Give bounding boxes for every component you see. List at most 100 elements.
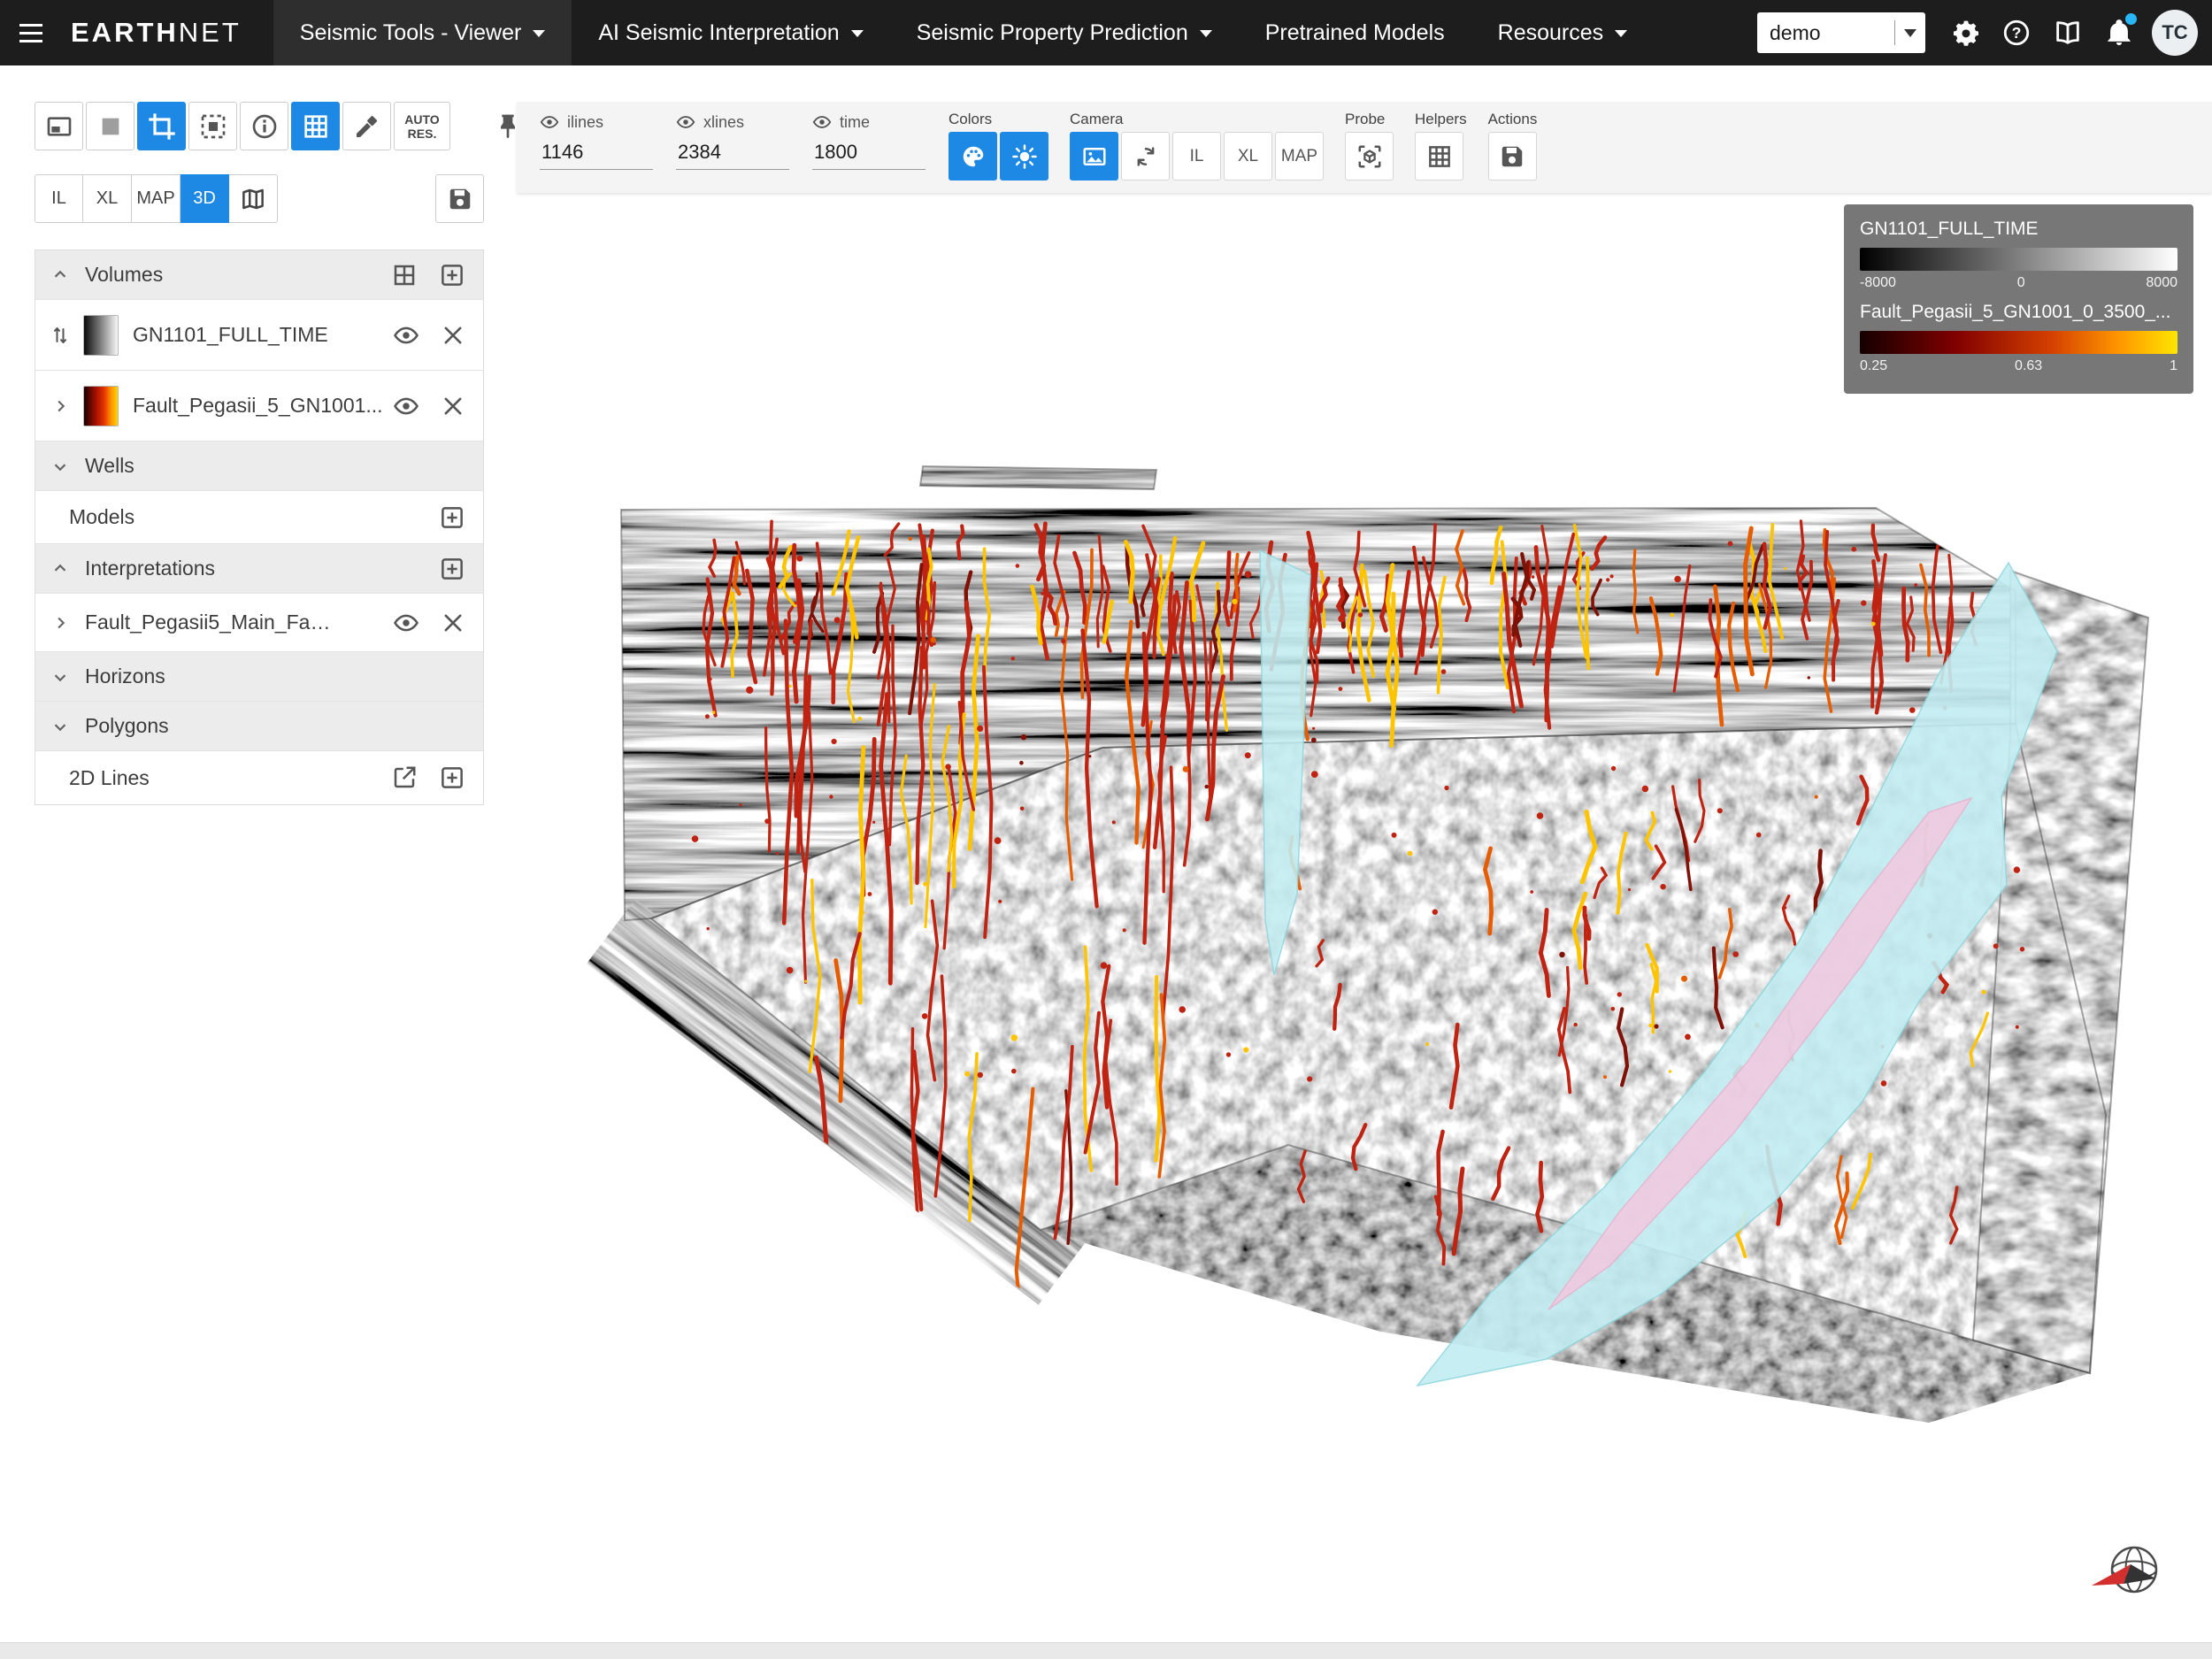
bounds-button[interactable] (188, 102, 237, 150)
notifications-button[interactable] (2093, 0, 2145, 65)
tab-map[interactable]: MAP (132, 174, 180, 223)
grid-icon (1426, 143, 1453, 170)
basemap-button[interactable] (229, 174, 278, 223)
add-interpretation-icon[interactable] (439, 556, 465, 582)
menu-button[interactable] (0, 0, 62, 65)
chevron-up-icon (50, 559, 70, 579)
visibility-icon[interactable] (676, 112, 695, 132)
seismic-3d-viewport[interactable] (517, 193, 2212, 1642)
lighting-button[interactable] (1000, 132, 1048, 180)
tab-xl[interactable]: XL (83, 174, 132, 223)
app-window: EARTHNET Seismic Tools - Viewer AI Seism… (0, 0, 2212, 1659)
remove-icon[interactable] (441, 394, 465, 419)
info-button[interactable] (240, 102, 288, 150)
help-button[interactable]: ? (1991, 0, 2042, 65)
chevron-up-icon (50, 265, 70, 285)
avatar[interactable]: TC (2152, 10, 2198, 56)
volume-row[interactable]: GN1101_FULL_TIME (35, 300, 483, 371)
split-view-icon[interactable] (391, 262, 418, 288)
remove-icon[interactable] (441, 323, 465, 348)
brand-bold: EARTH (71, 17, 179, 48)
object-tree-panel: Volumes GN1101_FULL_TIME Fault_Pegasii_5… (35, 250, 484, 805)
volume-row[interactable]: Fault_Pegasii_5_GN1001... (35, 371, 483, 442)
nav-item-seismic-tools-viewer[interactable]: Seismic Tools - Viewer (273, 0, 572, 65)
chevron-right-icon[interactable] (50, 396, 70, 416)
reorder-icon[interactable] (50, 324, 71, 347)
rotate-icon (1133, 143, 1159, 170)
colormap-thumbnail[interactable] (83, 386, 119, 426)
map-icon (240, 186, 266, 212)
camera-il-button[interactable]: IL (1172, 132, 1221, 180)
tree-section-horizons[interactable]: Horizons (35, 652, 483, 702)
slice-plane-button[interactable] (86, 102, 134, 150)
volume-name: GN1101_FULL_TIME (133, 323, 328, 347)
brand-logo[interactable]: EARTHNET (71, 17, 242, 49)
helpers-group: Helpers (1415, 111, 1467, 180)
chevron-down-icon (533, 30, 545, 43)
visibility-icon[interactable] (393, 322, 419, 349)
svg-text:?: ? (2012, 24, 2022, 42)
tree-section-volumes[interactable]: Volumes (35, 250, 483, 300)
add-model-icon[interactable] (439, 504, 465, 531)
orientation-compass[interactable] (2083, 1532, 2180, 1603)
nav-item-pretrained-models[interactable]: Pretrained Models (1239, 0, 1471, 65)
layout-button[interactable] (35, 102, 83, 150)
colormap-thumbnail[interactable] (83, 315, 119, 356)
visibility-icon[interactable] (393, 393, 419, 419)
nav-item-label: Seismic Property Prediction (917, 20, 1188, 46)
docs-button[interactable] (2042, 0, 2093, 65)
tree-section-interpretations[interactable]: Interpretations (35, 544, 483, 594)
snapshot-button[interactable] (1070, 132, 1118, 180)
crop-icon (148, 112, 176, 141)
add-2d-line-icon[interactable] (439, 764, 465, 791)
image-icon (1081, 143, 1108, 170)
nav-item-label: Seismic Tools - Viewer (300, 20, 522, 46)
save-scene-button[interactable] (1488, 132, 1537, 180)
time-field: time 1800 (812, 111, 926, 170)
legend-min: -8000 (1860, 275, 1896, 291)
tree-section-polygons[interactable]: Polygons (35, 702, 483, 751)
chevron-down-icon (50, 717, 70, 736)
visibility-icon[interactable] (393, 610, 419, 636)
auto-res-button[interactable]: AUTO RES. (394, 102, 450, 150)
remove-icon[interactable] (441, 611, 465, 635)
camera-xl-button[interactable]: XL (1224, 132, 1272, 180)
grid-button[interactable] (291, 102, 340, 150)
camera-map-button[interactable]: MAP (1275, 132, 1324, 180)
project-select[interactable]: demo (1757, 12, 1925, 53)
nav-item-ai-seismic-interpretation[interactable]: AI Seismic Interpretation (572, 0, 889, 65)
open-in-new-icon[interactable] (391, 764, 418, 791)
time-input[interactable]: 1800 (812, 134, 926, 170)
picker-button[interactable] (342, 102, 391, 150)
bottom-strip (0, 1642, 2212, 1659)
interpretation-row[interactable]: Fault_Pegasii5_Main_Faults (35, 594, 483, 652)
tree-section-models[interactable]: Models (35, 491, 483, 544)
tab-3d[interactable]: 3D (180, 174, 229, 223)
settings-button[interactable] (1939, 0, 1991, 65)
save-layout-button[interactable] (435, 174, 484, 223)
probe-button[interactable] (1345, 132, 1394, 180)
chevron-right-icon[interactable] (50, 613, 70, 633)
slice-label: xlines (703, 113, 744, 132)
tree-section-wells[interactable]: Wells (35, 442, 483, 491)
ilines-input[interactable]: 1146 (540, 134, 653, 170)
probe-group: Probe (1345, 111, 1394, 180)
tab-il[interactable]: IL (35, 174, 83, 223)
palette-button[interactable] (949, 132, 997, 180)
tree-section-2d-lines[interactable]: 2D Lines (35, 751, 483, 804)
chevron-down-icon (50, 667, 70, 687)
xlines-field: xlines 2384 (676, 111, 789, 170)
reset-view-button[interactable] (1121, 132, 1170, 180)
top-nav: EARTHNET Seismic Tools - Viewer AI Seism… (0, 0, 2212, 65)
visibility-icon[interactable] (540, 112, 559, 132)
crop-button[interactable] (137, 102, 186, 150)
visibility-icon[interactable] (812, 112, 832, 132)
xlines-input[interactable]: 2384 (676, 134, 789, 170)
hot-colorbar[interactable] (1860, 331, 2177, 354)
nav-item-seismic-property-prediction[interactable]: Seismic Property Prediction (890, 0, 1239, 65)
grayscale-colorbar[interactable] (1860, 248, 2177, 271)
add-volume-icon[interactable] (439, 262, 465, 288)
helpers-grid-button[interactable] (1415, 132, 1463, 180)
group-label: Probe (1345, 111, 1394, 130)
nav-item-resources[interactable]: Resources (1471, 0, 1655, 65)
